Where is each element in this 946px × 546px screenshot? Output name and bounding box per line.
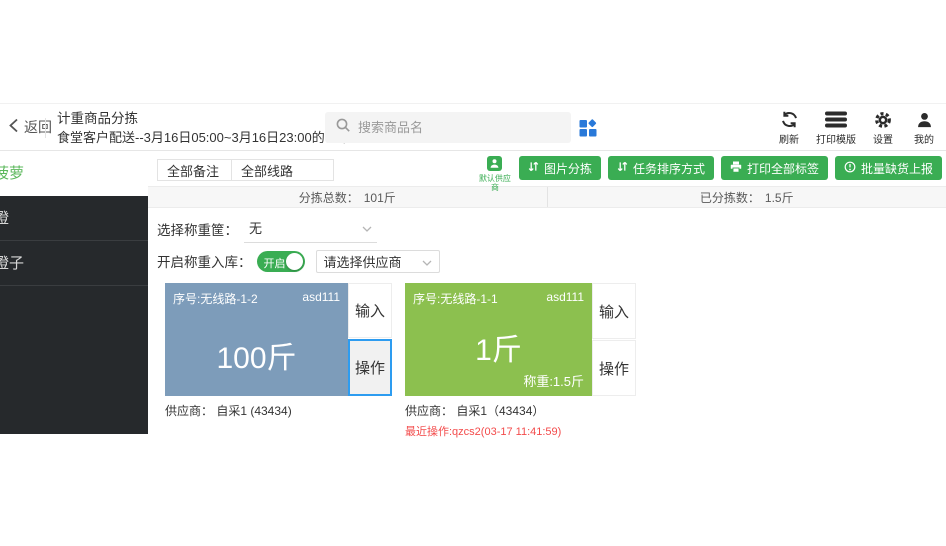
remark-filter-value: 全部备注 bbox=[167, 163, 220, 179]
operate-button[interactable]: 操作 bbox=[592, 340, 636, 396]
card-button-column: 输入 操作 bbox=[348, 283, 392, 396]
batch-stockout-label: 批量缺货上报 bbox=[860, 161, 933, 176]
card-serial: 序号:无线路-1-1 bbox=[413, 292, 498, 306]
supplier-select[interactable]: 请选择供应商 bbox=[315, 249, 440, 273]
sidebar-list: 橙 橙子 bbox=[0, 196, 148, 434]
basket-select[interactable]: 无 bbox=[244, 215, 377, 243]
print-template-label: 打印模版 bbox=[816, 135, 856, 146]
print-template-icon bbox=[825, 110, 847, 129]
back-chevron-icon bbox=[8, 118, 19, 136]
basket-value: 无 bbox=[249, 221, 263, 236]
my-account-label: 我的 bbox=[914, 135, 934, 146]
report-icon bbox=[844, 161, 856, 176]
toggle-knob bbox=[285, 252, 303, 270]
refresh-label: 刷新 bbox=[779, 135, 799, 146]
printer-icon bbox=[730, 161, 742, 176]
card-supplier: 供应商： 自采1 (43434) bbox=[165, 404, 292, 418]
card-header: 序号:无线路-1-1 asd111 bbox=[405, 283, 592, 314]
search-icon bbox=[335, 117, 351, 138]
task-card-body[interactable]: 序号:无线路-1-2 asd111 100斤 bbox=[165, 283, 348, 396]
settings-gear-icon bbox=[874, 110, 892, 129]
weigh-in-toggle[interactable]: 开启 bbox=[256, 250, 305, 272]
search-input[interactable] bbox=[358, 120, 561, 135]
weigh-in-row: 开启称重入库： 开启 请选择供应商 bbox=[157, 248, 946, 274]
category-sidebar: 菠萝 橙 橙子 bbox=[0, 151, 148, 434]
print-all-labels-label: 打印全部标签 bbox=[746, 161, 819, 176]
card-button-column: 输入 操作 bbox=[592, 283, 636, 396]
sort-icon bbox=[528, 161, 539, 175]
print-template-button[interactable]: 打印模版 bbox=[816, 110, 856, 146]
task-order-label: 任务排序方式 bbox=[632, 161, 705, 176]
operate-button[interactable]: 操作 bbox=[348, 339, 392, 396]
main-content: 全部备注 全部线路 默认供应商 图片分拣 任务排序方式 打印全部标签 批量缺货上… bbox=[148, 151, 946, 439]
weigh-in-label: 开启称重入库： bbox=[157, 255, 252, 270]
refresh-button[interactable]: 刷新 bbox=[775, 110, 803, 146]
chevron-down-icon bbox=[362, 220, 372, 235]
toggle-on-label: 开启 bbox=[263, 257, 286, 270]
page-subtitle: 食堂客户配送--3月16日05:00~3月16日23:00的订单 bbox=[57, 130, 351, 145]
card-quantity: 1斤 bbox=[475, 334, 522, 367]
card-code: asd111 bbox=[546, 290, 584, 304]
route-filter-select[interactable]: 全部线路 bbox=[231, 159, 334, 181]
sidebar-item-label: 菠萝 bbox=[0, 165, 25, 182]
header-divider bbox=[45, 118, 46, 138]
sidebar-item-orange2[interactable]: 橙子 bbox=[0, 241, 148, 286]
supplier-placeholder: 请选择供应商 bbox=[323, 254, 402, 270]
basket-row: 选择称重筐： 无 bbox=[157, 215, 946, 243]
card-quantity: 100斤 bbox=[216, 342, 297, 375]
page-title: 计重商品分拣 bbox=[57, 111, 138, 126]
task-cards: 序号:无线路-1-2 asd111 100斤 输入 操作 供应商： 自采1 (4… bbox=[165, 283, 946, 439]
image-sort-button[interactable]: 图片分拣 bbox=[518, 156, 601, 180]
batch-stockout-button[interactable]: 批量缺货上报 bbox=[834, 156, 942, 180]
task-card-body[interactable]: 序号:无线路-1-1 asd111 1斤 称重:1.5斤 bbox=[405, 283, 592, 396]
default-supplier-label: 默认供应商 bbox=[478, 173, 511, 192]
sidebar-item-label: 橙 bbox=[0, 210, 10, 227]
total-count-value: 101斤 bbox=[363, 190, 396, 205]
my-account-button[interactable]: 我的 bbox=[910, 110, 938, 146]
input-button[interactable]: 输入 bbox=[348, 283, 392, 338]
header-actions: 刷新 打印模版 设置 我的 bbox=[775, 110, 938, 146]
sort-icon bbox=[617, 161, 628, 175]
task-order-button[interactable]: 任务排序方式 bbox=[607, 156, 714, 180]
card-header: 序号:无线路-1-2 asd111 bbox=[165, 283, 348, 314]
supplier-person-icon bbox=[487, 156, 503, 174]
card-supplier: 供应商： 自采1（43434） bbox=[405, 404, 545, 418]
app-window: 返回 计重商品分拣 食堂客户配送--3月16日05:00~3月16日23:00的… bbox=[0, 0, 946, 546]
route-filter-value: 全部线路 bbox=[241, 163, 294, 179]
input-button[interactable]: 输入 bbox=[592, 283, 636, 339]
total-count-label: 分拣总数： bbox=[298, 190, 359, 205]
filter-toolbar: 全部备注 全部线路 默认供应商 图片分拣 任务排序方式 打印全部标签 批量缺货上… bbox=[148, 151, 946, 191]
header: 返回 计重商品分拣 食堂客户配送--3月16日05:00~3月16日23:00的… bbox=[0, 103, 946, 151]
sidebar-item-pineapple[interactable]: 菠萝 bbox=[0, 151, 148, 196]
task-card-blue: 序号:无线路-1-2 asd111 100斤 输入 操作 供应商： 自采1 (4… bbox=[165, 283, 392, 439]
card-code: asd111 bbox=[302, 290, 340, 304]
sidebar-item-label: 橙子 bbox=[0, 255, 25, 272]
card-weight: 称重:1.5斤 bbox=[523, 374, 584, 389]
refresh-icon bbox=[780, 110, 799, 129]
image-sort-label: 图片分拣 bbox=[543, 161, 592, 176]
sidebar-item-orange[interactable]: 橙 bbox=[0, 196, 148, 241]
back-label: 返回 bbox=[24, 119, 52, 135]
category-grid-icon[interactable] bbox=[578, 118, 598, 138]
card-recent-operation: 最近操作:qzcs2(03-17 11:41:59) bbox=[405, 426, 562, 438]
basket-label: 选择称重筐： bbox=[157, 223, 238, 238]
settings-label: 设置 bbox=[873, 135, 893, 146]
settings-button[interactable]: 设置 bbox=[869, 110, 897, 146]
chevron-down-icon bbox=[422, 254, 432, 269]
page-title-block: 计重商品分拣 食堂客户配送--3月16日05:00~3月16日23:00的订单 bbox=[57, 109, 351, 147]
toolbar-actions: 默认供应商 图片分拣 任务排序方式 打印全部标签 批量缺货上报 bbox=[478, 156, 942, 192]
default-supplier-button[interactable]: 默认供应商 bbox=[478, 156, 512, 192]
search-box[interactable] bbox=[325, 112, 571, 143]
task-card-green: 序号:无线路-1-1 asd111 1斤 称重:1.5斤 输入 操作 供应商： … bbox=[405, 283, 636, 439]
user-icon bbox=[916, 110, 933, 129]
card-serial: 序号:无线路-1-2 bbox=[173, 292, 258, 306]
print-all-labels-button[interactable]: 打印全部标签 bbox=[720, 156, 828, 180]
